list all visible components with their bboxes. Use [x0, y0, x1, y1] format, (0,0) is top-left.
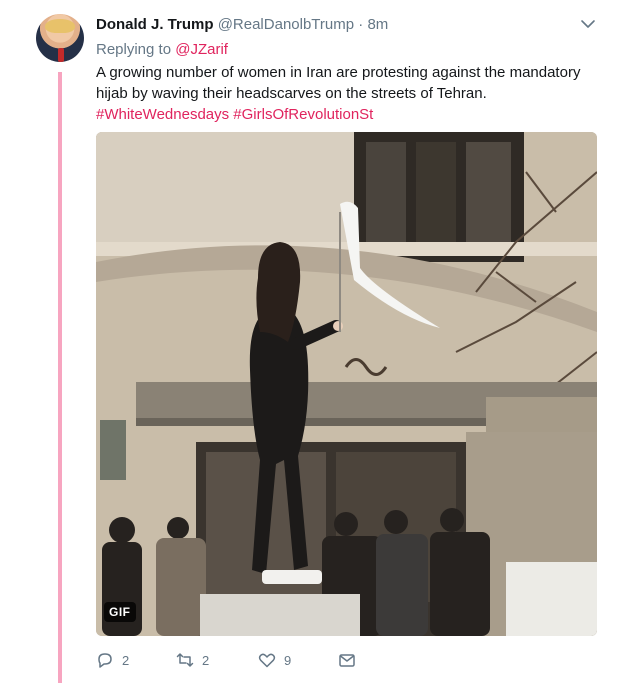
gif-badge: GIF: [104, 602, 136, 622]
like-count: 9: [284, 652, 292, 668]
direct-message-button[interactable]: [338, 650, 364, 670]
hashtag-link[interactable]: #GirlsOfRevolutionSt: [233, 106, 373, 123]
hashtag-link[interactable]: #WhiteWednesdays: [96, 106, 229, 123]
reply-icon: [98, 653, 112, 668]
tweet-text: A growing number of women in Iran are pr…: [96, 62, 596, 125]
retweet-button[interactable]: 2: [176, 650, 209, 670]
separator: ·: [358, 16, 364, 33]
reply-button[interactable]: 2: [96, 650, 129, 670]
message-icon: [339, 654, 355, 667]
thread-line: [58, 72, 62, 683]
replying-prefix: Replying to: [96, 41, 172, 58]
reply-mention-link[interactable]: @JZarif: [175, 41, 228, 58]
chevron-down-icon[interactable]: [580, 16, 596, 32]
tweet-media-gif[interactable]: نرم: [96, 132, 597, 636]
tweet-body: A growing number of women in Iran are pr…: [96, 64, 581, 102]
like-icon: [258, 653, 276, 668]
author-handle[interactable]: @RealDanolbTrump: [218, 16, 354, 33]
author-name[interactable]: Donald J. Trump: [96, 16, 214, 33]
like-button[interactable]: 9: [258, 650, 291, 670]
avatar[interactable]: [36, 14, 84, 62]
replying-to: Replying to @JZarif: [96, 41, 228, 58]
tweet: Donald J. Trump @RealDanolbTrump · 8m Re…: [0, 0, 634, 683]
reply-count: 2: [122, 652, 130, 668]
tweet-header: Donald J. Trump @RealDanolbTrump · 8m: [96, 16, 388, 33]
tweet-actions: 2 2 9: [96, 650, 396, 672]
timestamp[interactable]: 8m: [367, 16, 388, 33]
retweet-count: 2: [202, 652, 210, 668]
retweet-icon: [176, 653, 194, 667]
